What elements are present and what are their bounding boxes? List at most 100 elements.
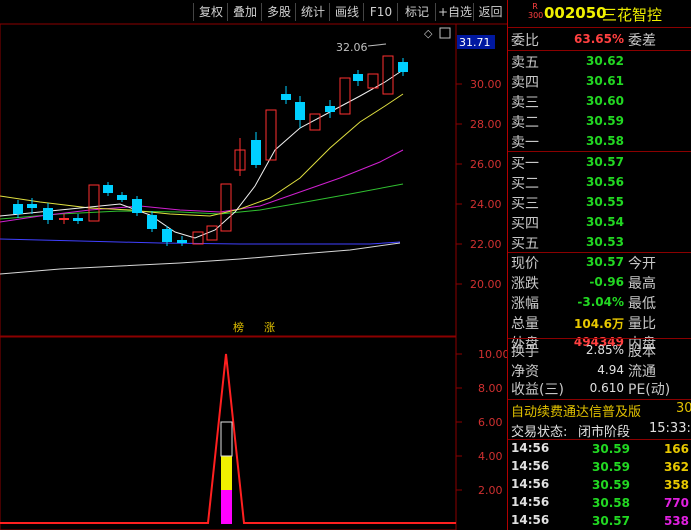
ask-4-price[interactable]: 30.61 bbox=[566, 74, 624, 88]
ask-2-price[interactable]: 30.59 bbox=[566, 114, 624, 128]
quote-panel: R 300 002050 三花智控 委比 63.65% 委差 卖五 30.62 … bbox=[507, 0, 691, 530]
float-label: 流通 bbox=[628, 364, 656, 380]
candle bbox=[43, 208, 53, 220]
indicator-axis-label: 6.00 bbox=[478, 416, 503, 429]
indicator-bar-magenta bbox=[221, 490, 232, 524]
candle bbox=[281, 94, 291, 100]
ask-5-label: 卖五 bbox=[511, 55, 539, 71]
tick-price: 30.59 bbox=[592, 460, 630, 474]
tick-time: 14:56 bbox=[511, 441, 550, 455]
ask-3-price[interactable]: 30.60 bbox=[566, 94, 624, 108]
candle bbox=[147, 215, 157, 229]
price-axis-label: 22.00 bbox=[470, 238, 502, 251]
tick-time: 14:56 bbox=[511, 459, 550, 473]
indicator-axis-label: 4.00 bbox=[478, 450, 503, 463]
weibi-value: 63.65% bbox=[574, 32, 624, 46]
kline-chart[interactable]: 30.00 28.00 26.00 24.00 22.00 20.00 31.7… bbox=[0, 0, 507, 530]
chart-settings-icon[interactable]: ◇ bbox=[424, 27, 433, 40]
bid-5-label: 买五 bbox=[511, 236, 539, 252]
bid-2-price[interactable]: 30.56 bbox=[566, 175, 624, 189]
candle bbox=[325, 106, 335, 112]
tick-volume: 362 bbox=[663, 460, 689, 474]
mark-button[interactable]: 标记 bbox=[397, 3, 436, 21]
ask-1-price[interactable]: 30.58 bbox=[566, 134, 624, 148]
tick-time: 14:56 bbox=[511, 477, 550, 491]
add-watchlist-button[interactable]: +自选 bbox=[435, 3, 474, 21]
ask-2-label: 卖二 bbox=[511, 115, 539, 131]
zhang-marker-label: 涨 bbox=[264, 321, 275, 334]
ad-ticker[interactable]: 自动续费通达信普及版 bbox=[511, 401, 641, 420]
multi-stock-button[interactable]: 多股 bbox=[261, 3, 296, 21]
candle bbox=[367, 73, 379, 89]
indicator-axis: 10.00 8.00 6.00 4.00 2.00 bbox=[456, 348, 507, 497]
market-badge-top: R bbox=[532, 2, 538, 11]
bid-1-label: 买一 bbox=[511, 156, 539, 172]
candle bbox=[382, 55, 394, 95]
tick-volume: 770 bbox=[663, 496, 689, 510]
ma-yellow-line bbox=[0, 93, 404, 217]
indicator-axis-label: 10.00 bbox=[478, 348, 507, 361]
indicator-axis-label: 2.00 bbox=[478, 484, 503, 497]
draw-line-button[interactable]: 画线 bbox=[329, 3, 364, 21]
price-axis-label: 30.00 bbox=[470, 78, 502, 91]
ma-magenta-line bbox=[0, 149, 404, 223]
eps-value: 0.610 bbox=[589, 381, 624, 395]
price-pane-frame bbox=[0, 23, 457, 337]
candle bbox=[13, 204, 23, 214]
tick-price: 30.59 bbox=[592, 442, 630, 456]
candle bbox=[88, 184, 100, 222]
net-assets-label: 净资 bbox=[511, 364, 539, 380]
ask-1-label: 卖一 bbox=[511, 135, 539, 151]
back-button[interactable]: 返回 bbox=[473, 3, 507, 21]
candle bbox=[132, 199, 142, 213]
candle bbox=[117, 195, 127, 200]
price-axis: 30.00 28.00 26.00 24.00 22.00 20.00 bbox=[456, 78, 502, 291]
price-axis-label: 24.00 bbox=[470, 198, 502, 211]
net-assets-value: 4.94 bbox=[597, 363, 624, 377]
bid-5-price[interactable]: 30.53 bbox=[566, 235, 624, 249]
ad-ticker-num: 30 bbox=[676, 401, 691, 416]
stat-high-label: 最高 bbox=[628, 276, 656, 292]
bid-1-price[interactable]: 30.57 bbox=[566, 155, 624, 169]
trade-status-time: 15:33: bbox=[649, 421, 691, 436]
tick-time: 14:56 bbox=[511, 495, 550, 509]
fuquan-button[interactable]: 复权 bbox=[193, 3, 228, 21]
ask-4-label: 卖四 bbox=[511, 75, 539, 91]
overlay-button[interactable]: 叠加 bbox=[227, 3, 262, 21]
candle bbox=[27, 204, 37, 208]
tick-price: 30.57 bbox=[592, 514, 630, 528]
chart-expand-icon[interactable] bbox=[439, 27, 451, 39]
tick-volume: 538 bbox=[663, 514, 689, 528]
tick-volume: 166 bbox=[663, 442, 689, 456]
bang-marker-label: 榜 bbox=[233, 320, 244, 334]
stat-change-label: 涨跌 bbox=[511, 276, 539, 292]
stat-volratio-label: 量比 bbox=[628, 316, 656, 332]
indicator-bar-outline bbox=[220, 421, 233, 457]
bid-4-price[interactable]: 30.54 bbox=[566, 215, 624, 229]
stat-volume-value: 104.6万 bbox=[574, 317, 624, 331]
tick-time: 14:56 bbox=[511, 513, 550, 527]
candle bbox=[265, 109, 277, 161]
bid-4-label: 买四 bbox=[511, 216, 539, 232]
indicator-axis-label: 8.00 bbox=[478, 382, 503, 395]
toolbar: 复权 叠加 多股 统计 画线 F10 标记 +自选 返回 bbox=[0, 0, 507, 24]
bid-3-price[interactable]: 30.55 bbox=[566, 195, 624, 209]
stock-name: 三花智控 bbox=[602, 6, 663, 24]
current-price-tag-text: 31.71 bbox=[459, 36, 491, 49]
f10-button[interactable]: F10 bbox=[363, 3, 398, 21]
tick-price: 30.58 bbox=[592, 496, 630, 510]
eps-label: 收益(三) bbox=[511, 382, 564, 398]
candle bbox=[73, 218, 83, 221]
bid-2-label: 买二 bbox=[511, 176, 539, 192]
indicator-bar-yellow bbox=[221, 456, 232, 490]
pe-label: PE(动) bbox=[628, 382, 671, 398]
market-badge: R 300 bbox=[528, 2, 543, 20]
ask-5-price[interactable]: 30.62 bbox=[566, 54, 624, 68]
stat-pct-label: 涨幅 bbox=[511, 296, 539, 312]
candle bbox=[59, 218, 69, 220]
ask-3-label: 卖三 bbox=[511, 95, 539, 111]
statistics-button[interactable]: 统计 bbox=[295, 3, 330, 21]
trade-status-value: 闭市阶段 bbox=[578, 425, 631, 440]
high-price-annotation: 32.06 bbox=[336, 41, 368, 54]
candle bbox=[339, 77, 351, 115]
